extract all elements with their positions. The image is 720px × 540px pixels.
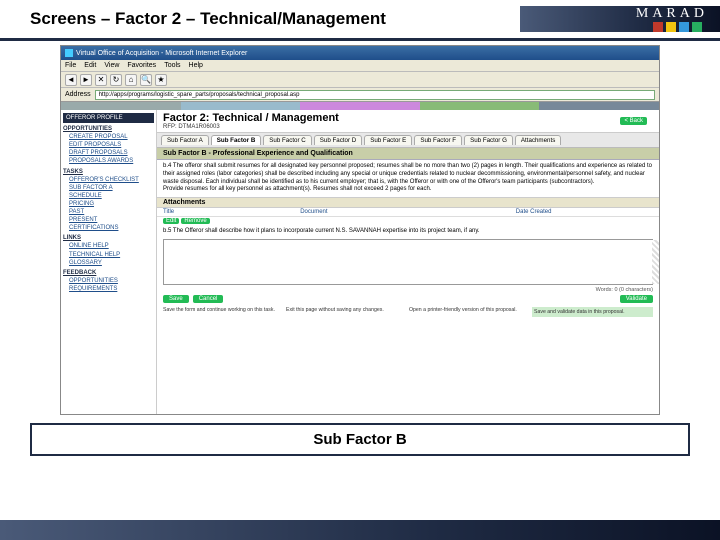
favorites-icon[interactable]: ★ [155, 74, 167, 86]
embedded-screenshot: Virtual Office of Acquisition - Microsof… [60, 45, 660, 415]
col-title: Title [163, 209, 300, 215]
tab-sub-e[interactable]: Sub Factor E [364, 135, 412, 145]
remove-button[interactable]: Remove [181, 218, 209, 224]
sidebar-item[interactable]: REQUIREMENTS [69, 285, 154, 293]
menu-help[interactable]: Help [189, 62, 203, 69]
cancel-desc: Exit this page without saving any change… [286, 307, 403, 317]
button-descriptions: Save the form and continue working on th… [157, 305, 659, 319]
menu-file[interactable]: File [65, 62, 76, 69]
menu-favorites[interactable]: Favorites [127, 62, 156, 69]
app-color-strip [61, 102, 659, 110]
menu-view[interactable]: View [104, 62, 119, 69]
sidebar-item[interactable]: TECHNICAL HELP [69, 251, 154, 259]
menu-edit[interactable]: Edit [84, 62, 96, 69]
open-desc: Open a printer-friendly version of this … [409, 307, 526, 317]
footer-gradient [0, 520, 720, 540]
brand-logo: MARAD [636, 6, 708, 22]
search-icon[interactable]: 🔍 [140, 74, 152, 86]
rfp-number: RFP: DTMA1R06003 [163, 124, 339, 130]
window-title-text: Virtual Office of Acquisition - Microsof… [76, 50, 247, 57]
slide-caption: Sub Factor B [30, 423, 690, 456]
sidebar-item[interactable]: OFFEROR'S CHECKLIST [69, 176, 154, 184]
tab-sub-c[interactable]: Sub Factor C [263, 135, 311, 145]
tab-sub-d[interactable]: Sub Factor D [314, 135, 362, 145]
sidebar-item[interactable]: CERTIFICATIONS [69, 224, 154, 232]
main-content: Factor 2: Technical / Management RFP: DT… [157, 110, 659, 415]
header-underline [0, 38, 720, 41]
col-date: Date Created [516, 209, 653, 215]
ie-icon [65, 49, 73, 57]
tab-attachments[interactable]: Attachments [515, 135, 561, 145]
attachment-row: Edit Remove [157, 217, 659, 225]
sidebar-item[interactable]: GLOSSARY [69, 259, 154, 267]
sidebar-item[interactable]: EDIT PROPOSALS [69, 141, 154, 149]
stop-icon[interactable]: ✕ [95, 74, 107, 86]
save-desc: Save the form and continue working on th… [163, 307, 280, 317]
sidebar-item[interactable]: PROPOSALS AWARDS [69, 157, 154, 165]
sidebar-group-links[interactable]: LINKS [63, 234, 154, 242]
sidebar-item[interactable]: OPPORTUNITIES [69, 277, 154, 285]
sidebar-item[interactable]: PRICING [69, 200, 154, 208]
address-bar: Address http://apps/programs/logistic_sp… [61, 88, 659, 102]
tab-sub-a[interactable]: Sub Factor A [161, 135, 209, 145]
home-icon[interactable]: ⌂ [125, 74, 137, 86]
rich-text-editor[interactable] [163, 239, 653, 285]
address-input[interactable]: http://apps/programs/logistic_spare_part… [95, 90, 655, 100]
action-button-row: Save Cancel Validate [157, 293, 659, 305]
sidebar-item[interactable]: PAST [69, 208, 154, 216]
subfactor-tabs: Sub Factor A Sub Factor B Sub Factor C S… [157, 133, 659, 148]
subfactor-heading: Sub Factor B - Professional Experience a… [157, 148, 659, 160]
sidebar-group-tasks[interactable]: TASKS [63, 168, 154, 176]
sidebar-item[interactable]: DRAFT PROPOSALS [69, 149, 154, 157]
browser-titlebar: Virtual Office of Acquisition - Microsof… [61, 46, 659, 60]
factor-header: Factor 2: Technical / Management RFP: DT… [157, 110, 659, 133]
attachments-header: Attachments [157, 197, 659, 208]
sidebar-item[interactable]: SUB FACTOR A [69, 184, 154, 192]
left-sidebar: OFFEROR PROFILE OPPORTUNITIES CREATE PRO… [61, 110, 157, 415]
tab-sub-b[interactable]: Sub Factor B [211, 135, 262, 145]
sidebar-item[interactable]: SCHEDULE [69, 192, 154, 200]
menu-tools[interactable]: Tools [164, 62, 180, 69]
validate-desc: Save and validate data in this proposal. [532, 307, 653, 317]
browser-toolbar: ◄ ► ✕ ↻ ⌂ 🔍 ★ [61, 72, 659, 88]
edit-button[interactable]: Edit [163, 218, 179, 224]
sidebar-item[interactable]: CREATE PROPOSAL [69, 133, 154, 141]
attachments-column-headers: Title Document Date Created [157, 208, 659, 217]
tab-sub-g[interactable]: Sub Factor G [464, 135, 513, 145]
sidebar-group-feedback[interactable]: FEEDBACK [63, 269, 154, 277]
factor-title: Factor 2: Technical / Management [163, 112, 339, 124]
back-icon[interactable]: ◄ [65, 74, 77, 86]
sidebar-profile-header: OFFEROR PROFILE [63, 113, 154, 123]
sidebar-item[interactable]: PRESENT [69, 216, 154, 224]
tab-sub-f[interactable]: Sub Factor F [414, 135, 462, 145]
slide-title: Screens – Factor 2 – Technical/Managemen… [30, 9, 386, 29]
col-document: Document [300, 209, 516, 215]
save-button[interactable]: Save [163, 295, 189, 303]
resize-handle[interactable] [652, 240, 660, 284]
validate-button[interactable]: Validate [620, 295, 653, 303]
sidebar-item[interactable]: ONLINE HELP [69, 242, 154, 250]
signal-flags [653, 22, 702, 32]
instruction-b5: b.5 The Offeror shall describe how it pl… [157, 225, 659, 237]
slide-header: Screens – Factor 2 – Technical/Managemen… [0, 0, 720, 38]
sidebar-group-opportunities[interactable]: OPPORTUNITIES [63, 125, 154, 133]
cancel-button[interactable]: Cancel [193, 295, 224, 303]
forward-icon[interactable]: ► [80, 74, 92, 86]
back-button[interactable]: < Back [620, 117, 647, 125]
refresh-icon[interactable]: ↻ [110, 74, 122, 86]
browser-menubar: File Edit View Favorites Tools Help [61, 60, 659, 72]
instruction-b4: b.4 The offeror shall submit resumes for… [157, 160, 659, 197]
address-label: Address [65, 91, 91, 98]
